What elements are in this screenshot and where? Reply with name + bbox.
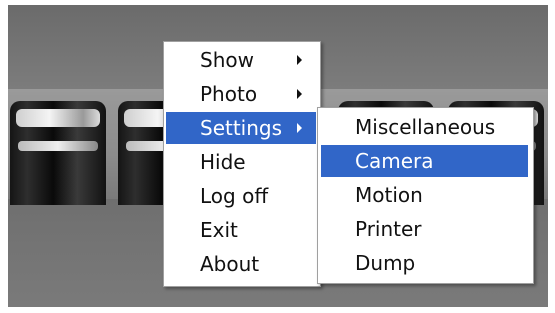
submenu-item-label: Camera	[355, 149, 434, 173]
submenu-item-label: Motion	[355, 183, 423, 207]
submenu-item-dump[interactable]: Dump	[321, 247, 528, 279]
context-menu: Show Photo Settings Hide Log off Exit Ab…	[163, 41, 321, 287]
menu-item-label: Hide	[200, 150, 246, 174]
menu-item-label: Settings	[200, 116, 283, 140]
menu-item-label: Exit	[200, 218, 238, 242]
submenu-item-printer[interactable]: Printer	[321, 213, 528, 245]
submenu-item-label: Dump	[355, 251, 416, 275]
menu-item-label: Photo	[200, 82, 258, 106]
menu-item-photo[interactable]: Photo	[166, 78, 316, 110]
submenu-arrow-icon	[297, 55, 302, 65]
submenu-arrow-icon	[297, 123, 302, 133]
menu-item-label: Show	[200, 48, 254, 72]
menu-item-about[interactable]: About	[166, 248, 316, 280]
submenu-item-label: Miscellaneous	[355, 115, 496, 139]
menu-item-label: About	[200, 252, 260, 276]
menu-item-exit[interactable]: Exit	[166, 214, 316, 246]
submenu-item-label: Printer	[355, 217, 422, 241]
menu-item-log-off[interactable]: Log off	[166, 180, 316, 212]
lens-1	[10, 101, 106, 205]
submenu-item-miscellaneous[interactable]: Miscellaneous	[321, 111, 528, 143]
menu-item-settings[interactable]: Settings	[166, 112, 316, 144]
menu-item-show[interactable]: Show	[166, 44, 316, 76]
menu-item-hide[interactable]: Hide	[166, 146, 316, 178]
submenu-arrow-icon	[297, 89, 302, 99]
submenu-item-motion[interactable]: Motion	[321, 179, 528, 211]
submenu-item-camera[interactable]: Camera	[321, 145, 528, 177]
settings-submenu: Miscellaneous Camera Motion Printer Dump	[317, 107, 534, 284]
menu-item-label: Log off	[200, 184, 269, 208]
